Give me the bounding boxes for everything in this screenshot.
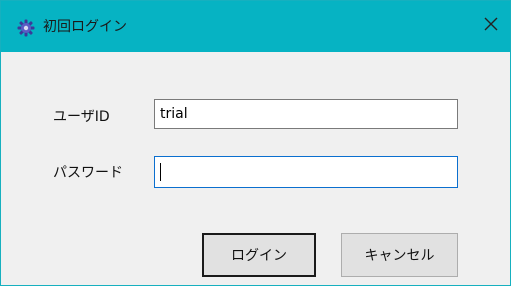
close-button[interactable] (476, 11, 506, 41)
dialog-body: ユーザID trial パスワード ログイン キャンセル (1, 52, 510, 285)
cancel-button-label: キャンセル (364, 248, 435, 264)
window-title: 初回ログイン (43, 19, 127, 35)
cancel-button[interactable]: キャンセル (341, 233, 458, 277)
password-field[interactable] (154, 156, 458, 188)
login-dialog: 初回ログイン ユーザID trial パスワード ログイン キャンセル (0, 0, 511, 286)
login-button[interactable]: ログイン (202, 233, 316, 277)
user-id-label: ユーザID (53, 109, 110, 125)
gear-icon (17, 19, 35, 37)
password-label: パスワード (53, 165, 123, 181)
close-icon (483, 16, 499, 36)
user-id-input[interactable]: trial (154, 99, 458, 129)
title-bar[interactable]: 初回ログイン (1, 1, 510, 52)
text-caret (160, 163, 161, 181)
user-id-value: trial (160, 106, 188, 122)
login-button-label: ログイン (231, 248, 287, 264)
